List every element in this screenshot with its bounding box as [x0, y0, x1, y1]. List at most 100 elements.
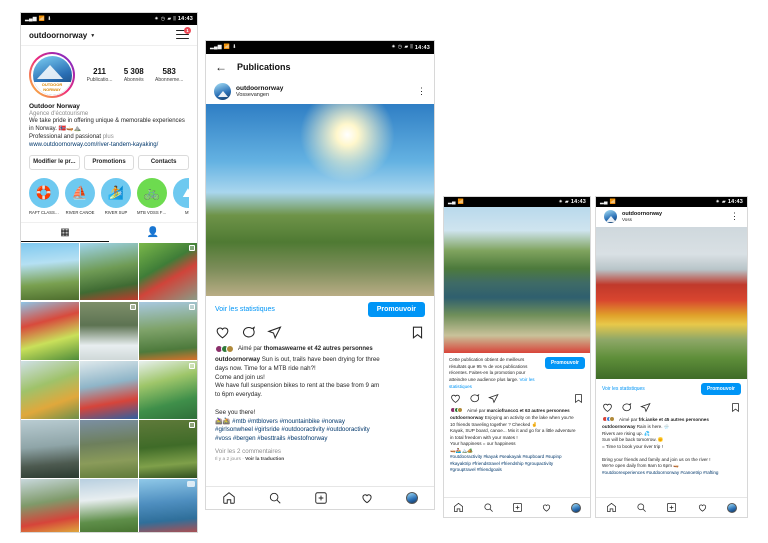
- translate-link[interactable]: Voir la traduction: [245, 457, 284, 462]
- post-photo-canoes[interactable]: [596, 227, 747, 379]
- highlight-river-sup[interactable]: 🏄 RIVER SUP: [101, 177, 131, 215]
- share-icon[interactable]: [488, 393, 499, 404]
- share-icon[interactable]: [267, 325, 282, 340]
- caption-line: We have full suspension bikes to rent at…: [215, 382, 380, 390]
- likes-username[interactable]: marciofranco1: [487, 408, 519, 413]
- like-icon[interactable]: [450, 393, 461, 404]
- post-photo-group-paddles[interactable]: [444, 207, 590, 353]
- likes-username[interactable]: frk.ianke: [639, 417, 658, 422]
- post-tent-group[interactable]: [80, 479, 138, 532]
- profile-username-dropdown[interactable]: outdoornorway ▼: [29, 31, 95, 40]
- post-mtb-rider[interactable]: [21, 242, 79, 301]
- post-kayak-rapids[interactable]: [80, 361, 138, 419]
- author-avatar[interactable]: [214, 83, 231, 100]
- canoe-post-phone-panel: ▂▄ 📶 ✷ ▰ 14:43 outdoornorway Voss ⋮ Voir…: [595, 196, 748, 518]
- highlight-mtb-voss[interactable]: 🚲 MTB VOSS FO...: [137, 177, 167, 215]
- hashtag-line[interactable]: #outdoorexperiences #outdoornorway #cano…: [602, 470, 718, 475]
- comment-icon[interactable]: [469, 393, 480, 404]
- likes-text: Aimé par marciofranco1 et 63 autres pers…: [467, 408, 570, 413]
- add-post-icon[interactable]: [314, 491, 328, 505]
- menu-button[interactable]: 1: [176, 27, 191, 41]
- stat-following[interactable]: 583 Abonneme...: [155, 67, 183, 83]
- post-red-canoe-river[interactable]: [21, 479, 79, 532]
- highlight-raft-class-iii[interactable]: 🛟 RAFT CLASS III: [29, 177, 59, 215]
- like-icon[interactable]: [215, 325, 230, 340]
- promote-button[interactable]: Promouvoir: [700, 383, 741, 395]
- view-statistics-link[interactable]: Voir les statistiques: [215, 306, 275, 313]
- hashtag-line[interactable]: #outdooractivity #kayak #seakayak #supbo…: [450, 454, 562, 459]
- hashtag-line[interactable]: #girlsonwheel #girlsride #outdooractivit…: [215, 426, 370, 433]
- home-icon[interactable]: [222, 491, 236, 505]
- home-icon[interactable]: [606, 502, 617, 513]
- bookmark-icon[interactable]: [410, 325, 425, 340]
- post-red-canoe-group[interactable]: [21, 301, 79, 360]
- heart-icon[interactable]: [541, 502, 552, 513]
- post-rafters-smile[interactable]: [139, 361, 197, 419]
- author-avatar[interactable]: [604, 210, 617, 223]
- view-statistics-link[interactable]: Voir les statistiques: [602, 386, 645, 392]
- back-arrow-icon[interactable]: ←: [215, 61, 227, 73]
- caption-line: Sun will be back tomorrow. 🌞: [602, 437, 664, 443]
- search-icon[interactable]: [268, 491, 282, 505]
- search-icon[interactable]: [483, 502, 494, 513]
- post-mtb-valley[interactable]: [139, 301, 197, 360]
- like-icon[interactable]: [602, 402, 613, 413]
- stat-followers[interactable]: 5 308 Abonnés: [124, 67, 144, 83]
- highlight-mt[interactable]: ⛰ MT: [173, 177, 189, 215]
- post-waterfall[interactable]: [80, 301, 138, 360]
- post-rafting-helmets[interactable]: [139, 479, 197, 532]
- post-location[interactable]: Voss: [622, 217, 725, 222]
- caption-line: to 6pm everyday.: [215, 391, 263, 399]
- profile-avatar-icon[interactable]: [406, 492, 418, 504]
- profile-avatar[interactable]: OUTDOOR NORWAY: [29, 52, 75, 98]
- more-options-icon[interactable]: ⋮: [417, 86, 426, 96]
- search-icon[interactable]: [636, 502, 647, 513]
- bio-website-link[interactable]: www.outdoornorway.com/river-tandem-kayak…: [29, 142, 189, 148]
- view-comments-link[interactable]: Voir les 2 commentaires: [206, 444, 434, 455]
- heart-icon[interactable]: [360, 491, 374, 505]
- post-group-paddles[interactable]: [80, 242, 138, 301]
- add-post-icon[interactable]: [512, 502, 523, 513]
- tab-grid[interactable]: ▦: [21, 223, 109, 242]
- highlight-river-canoe[interactable]: ⛵ RIVER CANOE: [65, 177, 95, 215]
- post-raft-river[interactable]: [139, 242, 197, 301]
- comment-icon[interactable]: [241, 325, 256, 340]
- promote-button[interactable]: Promouvoir: [367, 302, 425, 317]
- profile-avatar-icon[interactable]: [570, 502, 581, 513]
- post-kayak-wave[interactable]: [21, 361, 79, 419]
- post-author-row: outdoornorway Voss ⋮: [596, 207, 747, 227]
- post-photo-mtb-rider[interactable]: [206, 104, 434, 296]
- hashtag-line[interactable]: #grouptravel #friendgoals: [450, 467, 502, 472]
- post-forest-team[interactable]: [139, 420, 197, 478]
- tab-tagged[interactable]: 👤: [109, 223, 197, 242]
- comment-icon[interactable]: [621, 402, 632, 413]
- contacts-button[interactable]: Contacts: [138, 154, 190, 170]
- caption-username[interactable]: outdoornorway: [215, 356, 260, 363]
- bio-more-link[interactable]: plus: [103, 134, 114, 140]
- home-icon[interactable]: [453, 502, 464, 513]
- post-location[interactable]: Vossevangen: [236, 92, 412, 98]
- share-icon[interactable]: [640, 402, 651, 413]
- likes-username[interactable]: thomaswearne: [264, 346, 306, 352]
- hashtag-line[interactable]: #kayaktrip #friendstravel #friendship #g…: [450, 461, 553, 466]
- hashtag-line[interactable]: #voss #bergen #besttrails #bestofnorway: [215, 435, 327, 442]
- bookmark-icon[interactable]: [573, 393, 584, 404]
- stat-publications[interactable]: 211 Publicatio...: [87, 67, 113, 83]
- edit-profile-button[interactable]: Modifier le pr...: [29, 154, 80, 170]
- bio-line-1: We take pride in offering unique & memor…: [29, 117, 185, 124]
- post-fjord-kayak[interactable]: [21, 420, 79, 478]
- heart-icon[interactable]: [697, 502, 708, 513]
- caption-username[interactable]: outdoornorway: [602, 424, 635, 429]
- profile-avatar-icon[interactable]: [727, 502, 738, 513]
- caption-username[interactable]: outdoornorway: [450, 415, 483, 420]
- multi-photo-icon: [189, 303, 195, 310]
- author-username[interactable]: outdoornorway: [236, 85, 412, 92]
- wifi-icon: 📶: [38, 15, 46, 22]
- post-mountain-hike[interactable]: [80, 420, 138, 478]
- promote-button[interactable]: Promouvoir: [544, 357, 585, 369]
- hashtag-line[interactable]: #mtb #mtblovers #mountainbike #norway: [232, 418, 345, 425]
- more-options-icon[interactable]: ⋮: [730, 211, 739, 221]
- promotions-button[interactable]: Promotions: [83, 154, 135, 170]
- add-post-icon[interactable]: [666, 502, 677, 513]
- bookmark-icon[interactable]: [730, 402, 741, 413]
